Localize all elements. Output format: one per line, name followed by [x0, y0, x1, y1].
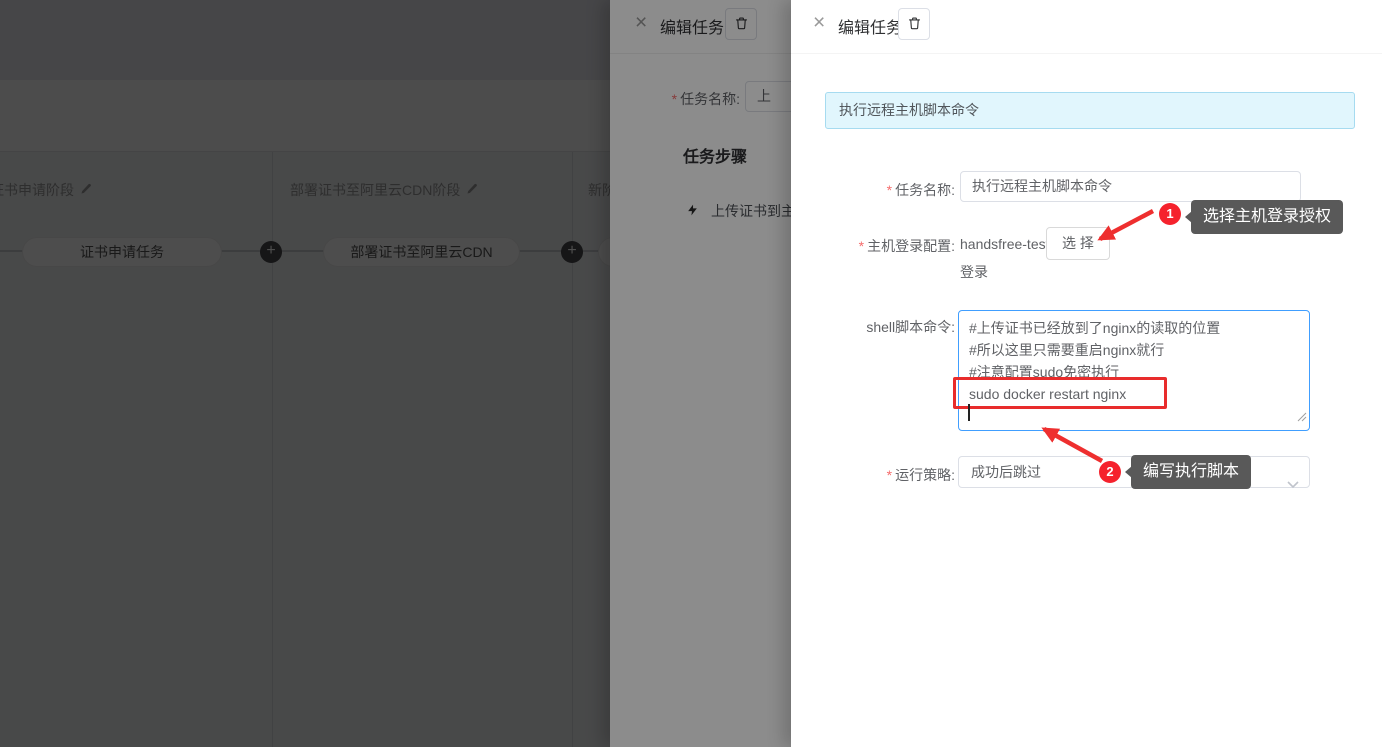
shell-line: #注意配置sudo免密执行 — [969, 361, 1299, 383]
required-mark: * — [887, 467, 892, 483]
shell-script-textarea[interactable]: #上传证书已经放到了nginx的读取的位置 #所以这里只需要重启nginx就行 … — [958, 310, 1310, 431]
label-text: shell脚本命令: — [866, 319, 955, 335]
host-login-config-label: *主机登录配置: — [791, 236, 955, 256]
selected-option: 成功后跳过 — [971, 464, 1041, 480]
required-mark: * — [859, 238, 864, 254]
shell-script-label: shell脚本命令: — [791, 317, 955, 337]
required-mark: * — [887, 182, 892, 198]
task-type-info-alert: 执行远程主机脚本命令 — [825, 92, 1355, 129]
app-page: 证书申请阶段 部署证书至阿里云CDN阶段 新阶段 证书申请任务 部署证书至阿里云… — [0, 0, 1382, 747]
chevron-down-icon — [1287, 469, 1299, 499]
trash-icon — [907, 15, 922, 34]
shell-line: sudo docker restart nginx — [969, 383, 1299, 405]
edit-task-drawer-front: × 编辑任务 执行远程主机脚本命令 *任务名称: 执行远程主机脚本命令 *主机登… — [791, 0, 1382, 747]
delete-task-button[interactable] — [898, 8, 930, 40]
shell-line: #所以这里只需要重启nginx就行 — [969, 339, 1299, 361]
run-strategy-label: *运行策略: — [791, 465, 955, 485]
task-name-input[interactable]: 执行远程主机脚本命令 — [960, 171, 1301, 202]
drawer-title: 编辑任务 — [838, 14, 902, 38]
close-icon[interactable]: × — [813, 12, 825, 33]
host-config-value-line2: 登录 — [960, 262, 988, 282]
choose-host-button[interactable]: 选 择 — [1046, 227, 1110, 260]
drawer-header: × 编辑任务 — [791, 0, 1382, 54]
alert-text: 执行远程主机脚本命令 — [839, 102, 979, 118]
textarea-resize-handle[interactable] — [1297, 406, 1307, 428]
task-name-label: *任务名称: — [791, 180, 955, 200]
run-strategy-select[interactable]: 成功后跳过 — [958, 456, 1310, 488]
shell-line: #上传证书已经放到了nginx的读取的位置 — [969, 317, 1299, 339]
host-config-value: handsfree-test — [960, 236, 1050, 252]
label-text: 主机登录配置: — [867, 238, 955, 254]
label-text: 任务名称: — [895, 182, 955, 198]
label-text: 运行策略: — [895, 467, 955, 483]
